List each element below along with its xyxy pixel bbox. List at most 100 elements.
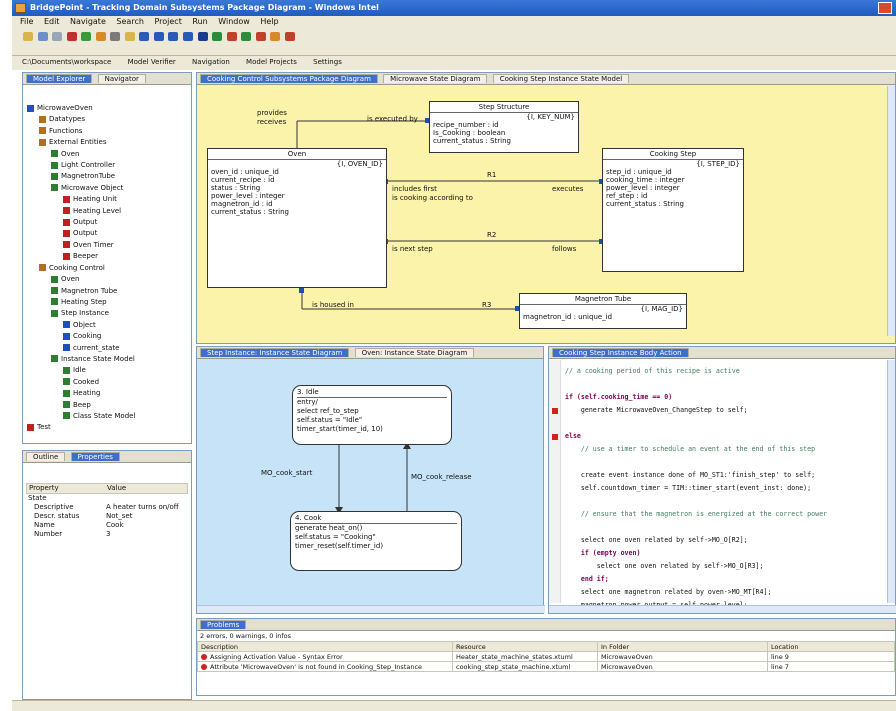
debug-icon[interactable] xyxy=(66,32,77,41)
code-line[interactable]: // a cooking period of this recipe is ac… xyxy=(565,365,885,378)
menu-help[interactable]: Help xyxy=(260,17,278,26)
problems-col-description[interactable]: Description xyxy=(197,641,453,652)
tree-item[interactable]: Cooking xyxy=(27,331,189,342)
tab-model-explorer[interactable]: Model Explorer xyxy=(26,74,93,83)
properties-row[interactable]: Number 3 xyxy=(26,530,188,539)
back-icon[interactable] xyxy=(139,32,150,41)
tree-item[interactable]: Idle xyxy=(27,365,189,376)
association-tool-icon[interactable] xyxy=(241,32,252,41)
perspective-workspace[interactable]: C:\Documents\workspace xyxy=(22,58,111,66)
property-value[interactable]: A heater turns on/off xyxy=(106,503,179,512)
menu-edit[interactable]: Edit xyxy=(44,17,60,26)
class-step-structure[interactable]: Step Structure {I, KEY_NUM} recipe_numbe… xyxy=(429,101,579,153)
note-tool-icon[interactable] xyxy=(284,32,295,41)
tree-item[interactable]: Magnetron Tube xyxy=(27,286,189,297)
tree-item[interactable]: Instance State Model xyxy=(27,354,189,365)
up-icon[interactable] xyxy=(168,32,179,41)
class-cooking-step[interactable]: Cooking Step {I, STEP_ID} step_id : uniq… xyxy=(602,148,744,272)
tree-item[interactable]: Functions xyxy=(27,126,189,137)
class-diagram-vscrollbar[interactable] xyxy=(887,86,895,336)
problems-col-folder[interactable]: In Folder xyxy=(597,641,768,652)
problems-col-resource[interactable]: Resource xyxy=(452,641,598,652)
property-value[interactable]: 3 xyxy=(106,530,110,539)
properties-row[interactable]: Descr. status Not_set xyxy=(26,512,188,521)
forward-icon[interactable] xyxy=(153,32,164,41)
state-diagram-editor[interactable]: Step Instance: Instance State Diagram Ov… xyxy=(196,346,545,614)
menu-search[interactable]: Search xyxy=(116,17,143,26)
tree-item[interactable]: Output xyxy=(27,217,189,228)
menu-project[interactable]: Project xyxy=(154,17,181,26)
print-icon[interactable] xyxy=(52,32,63,41)
state-cook[interactable]: 4. Cook generate heat_on() self.status =… xyxy=(290,511,462,571)
tree-item[interactable]: current_state xyxy=(27,343,189,354)
error-marker-icon[interactable] xyxy=(552,408,558,414)
perspective-model-projects[interactable]: Model Projects xyxy=(246,58,297,66)
tree-item[interactable]: Cooking Control xyxy=(27,263,189,274)
menu-run[interactable]: Run xyxy=(192,17,207,26)
class-tool-icon[interactable] xyxy=(212,32,223,41)
state-idle[interactable]: 3. Idle entry/ select ref_to_step self.s… xyxy=(292,385,452,445)
problem-row[interactable]: Assigning Activation Value - Syntax Erro… xyxy=(197,651,895,662)
tree-item[interactable]: MagnetronTube xyxy=(27,171,189,182)
class-magnetron-tube[interactable]: Magnetron Tube {I, MAG_ID} magnetron_id … xyxy=(519,293,687,329)
code-hscrollbar[interactable] xyxy=(549,605,896,613)
properties-row[interactable]: Descriptive A heater turns on/off xyxy=(26,503,188,512)
tree-item[interactable]: Datatypes xyxy=(27,114,189,125)
property-value[interactable]: Cook xyxy=(106,521,124,530)
tree-item[interactable]: Beeper xyxy=(27,251,189,262)
code-line[interactable]: self.countdown_timer = TIM::timer_start(… xyxy=(565,482,885,495)
run-icon[interactable] xyxy=(81,32,92,41)
menu-navigate[interactable]: Navigate xyxy=(70,17,106,26)
search-icon[interactable] xyxy=(110,32,121,41)
tree-item[interactable]: Oven xyxy=(27,149,189,160)
tree-item[interactable]: Heating Level xyxy=(27,206,189,217)
transition-tool-icon[interactable] xyxy=(255,32,266,41)
code-line[interactable] xyxy=(565,495,885,508)
code-line[interactable] xyxy=(565,521,885,534)
tree-item[interactable]: Heating Step xyxy=(27,297,189,308)
folder-icon[interactable] xyxy=(124,32,135,41)
code-vscrollbar[interactable] xyxy=(887,360,895,603)
tree-item[interactable]: Cooked xyxy=(27,377,189,388)
code-line[interactable]: if (self.cooking_time == 0) xyxy=(565,391,885,404)
tree-item[interactable]: Object xyxy=(27,320,189,331)
state-tool-icon[interactable] xyxy=(226,32,237,41)
problem-row[interactable]: Attribute 'MicrowaveOven' is not found i… xyxy=(197,661,895,672)
code-text[interactable]: // a cooking period of this recipe is ac… xyxy=(565,365,885,605)
down-icon[interactable] xyxy=(183,32,194,41)
code-line[interactable]: create event instance done of MO_ST1:'fi… xyxy=(565,469,885,482)
code-line[interactable]: select one magnetron related by oven->MO… xyxy=(565,586,885,599)
event-tool-icon[interactable] xyxy=(270,32,281,41)
code-line[interactable]: // ensure that the magnetron is energize… xyxy=(565,508,885,521)
new-icon[interactable] xyxy=(23,32,33,41)
tree-item[interactable]: Output xyxy=(27,228,189,239)
build-icon[interactable] xyxy=(95,32,106,41)
code-line[interactable]: select one oven related by self->MO_O[R3… xyxy=(565,560,885,573)
tree-item[interactable]: Heating Unit xyxy=(27,194,189,205)
perspective-navigation[interactable]: Navigation xyxy=(192,58,230,66)
tree-item[interactable]: Beep xyxy=(27,400,189,411)
properties-row[interactable]: Name Cook xyxy=(26,521,188,530)
tree-item[interactable]: MicrowaveOven xyxy=(27,103,189,114)
tree-item[interactable]: Test xyxy=(27,422,189,433)
tab-body-action[interactable]: Cooking Step Instance Body Action xyxy=(552,348,689,357)
tree-item[interactable]: External Entities xyxy=(27,137,189,148)
perspective-settings[interactable]: Settings xyxy=(313,58,342,66)
class-diagram-editor[interactable]: Cooking Control Subsystems Package Diagr… xyxy=(196,72,896,344)
code-line[interactable] xyxy=(565,417,885,430)
property-value[interactable]: Not_set xyxy=(106,512,132,521)
tree-item[interactable]: Oven Timer xyxy=(27,240,189,251)
code-line[interactable] xyxy=(565,378,885,391)
tab-problems[interactable]: Problems xyxy=(200,620,247,629)
state-diagram-hscrollbar[interactable] xyxy=(197,605,545,613)
tree-item[interactable]: Light Controller xyxy=(27,160,189,171)
error-marker-icon[interactable] xyxy=(552,434,558,440)
code-line[interactable] xyxy=(565,456,885,469)
tree-item[interactable]: Heating xyxy=(27,388,189,399)
code-line[interactable]: end if; xyxy=(565,573,885,586)
menu-window[interactable]: Window xyxy=(218,17,250,26)
code-line[interactable]: if (empty oven) xyxy=(565,547,885,560)
close-icon[interactable] xyxy=(878,2,892,14)
action-code-editor[interactable]: Cooking Step Instance Body Action // a c… xyxy=(548,346,896,614)
perspective-model-verifier[interactable]: Model Verifier xyxy=(128,58,176,66)
